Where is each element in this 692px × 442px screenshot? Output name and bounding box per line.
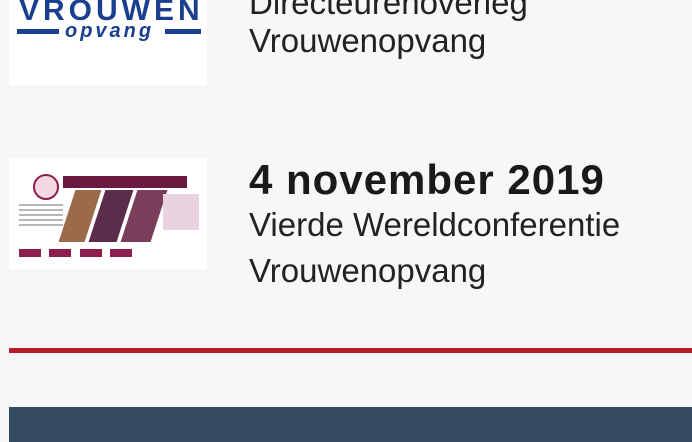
banner-chip xyxy=(49,249,72,257)
news-title-line[interactable]: Vrouwenopvang xyxy=(249,22,689,60)
logo-bar-right xyxy=(165,29,201,34)
banner-welcome-panel xyxy=(163,194,199,230)
conference-banner-image xyxy=(13,168,203,260)
news-item[interactable]: VROUWEN opvang Directeurenoverleg Vrouwe… xyxy=(9,0,684,85)
news-title-line[interactable]: Directeurenoverleg xyxy=(249,0,689,22)
news-text[interactable]: Directeurenoverleg Vrouwenopvang xyxy=(249,0,689,60)
banner-text-block xyxy=(19,204,63,228)
footer-bar xyxy=(9,407,692,442)
vrouwenopvang-logo: VROUWEN opvang xyxy=(9,0,207,85)
banner-chip xyxy=(110,249,133,257)
banner-chip xyxy=(19,249,41,257)
banner-headline xyxy=(63,176,187,188)
conference-emblem-icon xyxy=(33,174,59,200)
news-item[interactable]: 4 november 2019 Vierde Wereldconferentie… xyxy=(9,158,684,293)
banner-chips xyxy=(19,244,139,257)
logo-bottom-row: opvang xyxy=(17,20,201,42)
banner-chip xyxy=(79,249,102,257)
logo-bar-left xyxy=(17,29,59,34)
news-title-line[interactable]: Vierde Wereldconferentie xyxy=(249,202,689,248)
news-thumbnail[interactable] xyxy=(9,158,207,269)
news-date: 4 november 2019 xyxy=(249,156,605,203)
section-divider xyxy=(9,348,692,353)
news-title-line[interactable]: Vrouwenopvang xyxy=(249,248,689,294)
news-text[interactable]: 4 november 2019 Vierde Wereldconferentie… xyxy=(249,158,689,294)
news-thumbnail[interactable]: VROUWEN opvang xyxy=(9,0,207,85)
logo-bottom-text: opvang xyxy=(65,20,155,42)
